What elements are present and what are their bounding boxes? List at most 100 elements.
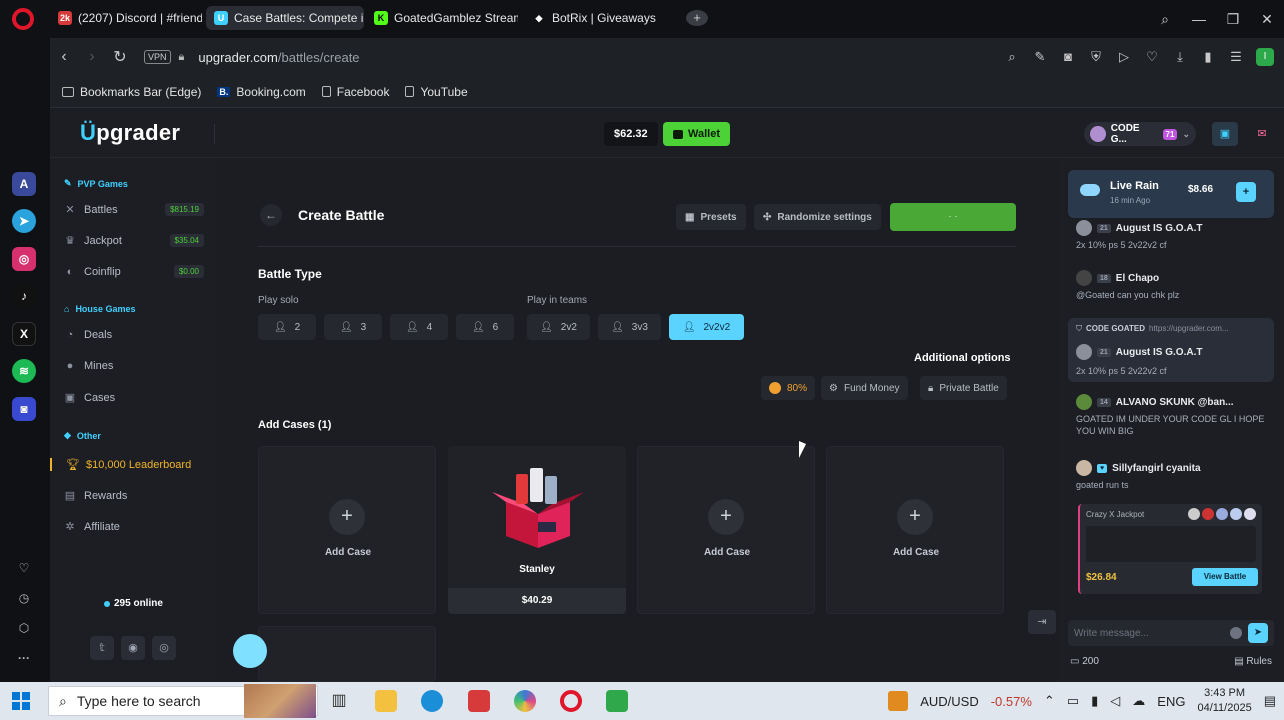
mode-6[interactable]: 👤︎ 6	[456, 314, 514, 340]
play-icon[interactable]: ▷	[1116, 49, 1132, 65]
extensions-cube-icon[interactable]: ⬡	[12, 616, 36, 640]
spotify-icon[interactable]: ≋	[12, 359, 36, 383]
url-field[interactable]: upgrader.com/battles/create	[198, 50, 359, 65]
nav-rewards[interactable]: ▤ Rewards	[64, 489, 204, 503]
currency-pair[interactable]: AUD/USD	[920, 694, 979, 709]
percentage-toggle[interactable]: 80%	[761, 376, 816, 400]
nav-coinflip[interactable]: ◐ Coinflip $0.00	[64, 265, 204, 278]
shield-icon[interactable]: ⛨	[1088, 49, 1104, 65]
instagram-icon[interactable]: ◎	[12, 247, 36, 271]
camera-icon[interactable]: ◙	[1060, 49, 1076, 65]
user-menu[interactable]: CODE G... 71 ⌄	[1084, 122, 1196, 146]
menu-icon[interactable]: ☰	[1228, 49, 1244, 65]
app-green-icon[interactable]	[606, 690, 628, 712]
back-arrow-icon[interactable]: ‹	[50, 48, 78, 66]
instagram-icon[interactable]: ◎	[152, 636, 176, 660]
bookmark-booking[interactable]: B. Booking.com	[217, 85, 306, 99]
send-icon[interactable]: ➤	[1248, 623, 1268, 643]
private-battle-toggle[interactable]: 🔒︎ Private Battle	[920, 376, 1007, 400]
mic-icon[interactable]: ▮	[1091, 693, 1098, 709]
create-battle-button[interactable]: · ·	[890, 203, 1016, 231]
view-battle-button[interactable]: View Battle	[1192, 568, 1258, 586]
tab-goated-stream[interactable]: K GoatedGamblez Stream -	[366, 6, 518, 30]
tab-botrix[interactable]: ◆ BotRix | Giveaways	[524, 6, 674, 30]
add-rain-button[interactable]: +	[1236, 182, 1256, 202]
chart-widget-icon[interactable]	[888, 691, 909, 711]
case-slot-empty[interactable]: + Add Case	[637, 446, 815, 614]
case-slot-empty[interactable]	[258, 626, 436, 682]
new-tab-button[interactable]: +	[686, 10, 708, 26]
close-window-button[interactable]: ✕	[1256, 8, 1278, 30]
nav-jackpot[interactable]: ♛ Jackpot $35.04	[64, 234, 204, 247]
tiktok-icon[interactable]: ♪	[12, 284, 36, 308]
profile-avatar[interactable]: I	[1256, 48, 1274, 66]
presets-button[interactable]: ▦ Presets	[676, 204, 746, 230]
restore-button[interactable]: ❐	[1222, 8, 1244, 30]
clock[interactable]: 3:43 PM 04/11/2025	[1197, 686, 1251, 716]
zoom-icon[interactable]: ⌕	[1004, 49, 1020, 65]
heart-icon[interactable]: ♡	[1144, 49, 1160, 65]
bookmark-youtube[interactable]: YouTube	[405, 85, 468, 99]
username[interactable]: El Chapo	[1116, 273, 1159, 284]
tab-discord[interactable]: 2k (2207) Discord | #friendly-	[50, 6, 202, 30]
app-icon[interactable]	[468, 690, 490, 712]
randomize-button[interactable]: ✣ Randomize settings	[754, 204, 881, 230]
lock-icon[interactable]: 🔒︎	[179, 51, 185, 64]
player-icon[interactable]: ◙	[12, 397, 36, 421]
edge-icon[interactable]	[421, 690, 443, 712]
opera-taskbar-icon[interactable]	[560, 690, 582, 712]
edit-icon[interactable]: ✎	[1032, 49, 1048, 65]
x-icon[interactable]: X	[12, 322, 36, 346]
nav-battles[interactable]: ✕ Battles $815.19	[64, 203, 204, 216]
notifications-icon[interactable]: ▤	[1264, 693, 1276, 709]
task-view-icon[interactable]: ▥	[328, 690, 350, 712]
language-indicator[interactable]: ENG	[1157, 694, 1185, 709]
battery-icon[interactable]: ▭	[1067, 693, 1079, 709]
download-icon[interactable]: ⤓	[1172, 49, 1188, 65]
rules-link[interactable]: ▤ Rules	[1234, 656, 1272, 667]
search-tabs-icon[interactable]: ⌕	[1154, 8, 1176, 30]
plus-icon[interactable]: +	[708, 499, 744, 535]
mode-3v3[interactable]: 👤︎ 3v3	[598, 314, 661, 340]
mode-2v2[interactable]: 👤︎ 2v2	[527, 314, 590, 340]
volume-icon[interactable]: ◁	[1110, 693, 1120, 709]
minimize-button[interactable]: —	[1188, 8, 1210, 30]
sidebar-toggle-icon[interactable]: ▮	[1200, 49, 1216, 65]
collapse-chat-icon[interactable]: ⇥	[1028, 610, 1056, 634]
tab-case-battles[interactable]: U Case Battles: Compete in C	[206, 6, 364, 30]
username[interactable]: ALVANO SKUNK @ban...	[1116, 397, 1234, 408]
history-icon[interactable]: ◷	[12, 586, 36, 610]
plus-icon[interactable]: +	[897, 499, 933, 535]
nav-cases[interactable]: ▣ Cases	[64, 391, 204, 405]
notification-icon[interactable]: ✉	[1250, 122, 1274, 146]
bookmark-facebook[interactable]: Facebook	[321, 85, 389, 99]
nav-affiliate[interactable]: ✲ Affiliate	[64, 520, 204, 534]
mode-4[interactable]: 👤︎ 4	[390, 314, 448, 340]
nav-leaderboard[interactable]: 🏆︎ $10,000 Leaderboard	[50, 458, 210, 471]
emoji-icon[interactable]	[1230, 627, 1242, 639]
reload-icon[interactable]: ↻	[106, 47, 134, 67]
nav-mines[interactable]: ● Mines	[64, 360, 204, 372]
live-rain-card[interactable]: Live Rain 16 min Ago $8.66 +	[1068, 170, 1274, 218]
back-arrow-icon[interactable]: ←	[260, 204, 282, 226]
opera-logo-icon[interactable]	[12, 8, 34, 30]
username[interactable]: August IS G.O.A.T	[1116, 223, 1203, 234]
vpn-badge[interactable]: VPN	[144, 50, 171, 64]
file-explorer-icon[interactable]	[375, 690, 397, 712]
case-slot-empty[interactable]: + Add Case	[826, 446, 1004, 614]
support-chat-icon[interactable]	[233, 634, 267, 668]
network-icon[interactable]: ☁	[1132, 693, 1145, 709]
mode-3[interactable]: 👤︎ 3	[324, 314, 382, 340]
aria-icon[interactable]: A	[12, 172, 36, 196]
wallet-button[interactable]: Wallet	[663, 122, 730, 146]
heart-icon[interactable]: ♡	[12, 556, 36, 580]
telegram-icon[interactable]: ➤	[12, 209, 36, 233]
mode-2[interactable]: 👤︎ 2	[258, 314, 316, 340]
case-slot-empty[interactable]: + Add Case	[258, 446, 436, 614]
more-icon[interactable]: ···	[12, 646, 36, 670]
pinned-link[interactable]: https://upgrader.com...	[1149, 324, 1229, 334]
twitter-icon[interactable]: 𝕥	[90, 636, 114, 660]
mode-2v2v2[interactable]: 👤︎ 2v2v2	[669, 314, 744, 340]
bookmark-edge-bar[interactable]: Bookmarks Bar (Edge)	[62, 85, 201, 99]
chevron-up-icon[interactable]: ⌃	[1044, 693, 1055, 709]
